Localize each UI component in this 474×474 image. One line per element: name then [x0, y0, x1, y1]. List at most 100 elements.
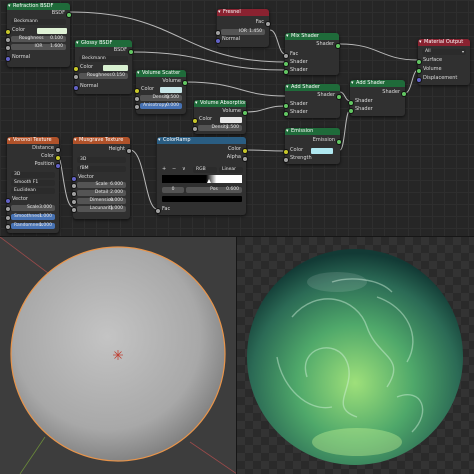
dimension-field[interactable]: Dimension 0.000: [77, 198, 126, 204]
node-editor[interactable]: Refraction BSDF BSDF Beckmann Color Roug…: [0, 0, 474, 237]
density-field[interactable]: Density 1.500: [198, 125, 242, 131]
interpolation-select[interactable]: Linear: [219, 166, 243, 173]
position-socket[interactable]: [55, 162, 61, 169]
node-title[interactable]: Fresnel: [217, 9, 269, 16]
ior-field[interactable]: IOR 1.450: [221, 29, 265, 35]
output-socket[interactable]: [265, 20, 271, 27]
glossy-bsdf-node[interactable]: Glossy BSDF BSDF Beckmann Color Roughnes…: [73, 40, 134, 94]
node-title[interactable]: ColorRamp: [157, 137, 246, 144]
roughness-field[interactable]: Roughness 0.150: [79, 73, 128, 79]
mix-shader-node[interactable]: Mix Shader Shader Fac Shader Shader: [283, 33, 341, 75]
smoothness-socket[interactable]: [5, 215, 11, 221]
displacement-socket[interactable]: [416, 76, 422, 83]
color-socket[interactable]: [283, 148, 289, 155]
color-swatch[interactable]: [160, 86, 182, 93]
output-socket[interactable]: [66, 11, 72, 18]
roughness-socket[interactable]: [5, 37, 11, 43]
detail-field[interactable]: Detail 2.000: [77, 190, 126, 196]
ior-socket[interactable]: [215, 30, 221, 36]
distance-socket[interactable]: [55, 146, 61, 153]
ramp-stop-handle[interactable]: [207, 179, 211, 183]
node-title[interactable]: Material Output: [418, 39, 470, 46]
node-title[interactable]: Refraction BSDF: [7, 3, 70, 10]
roughness-socket[interactable]: [73, 74, 79, 80]
voronoi-texture-node[interactable]: Voronoi Texture Distance Color Position …: [5, 137, 61, 233]
lacunarity-socket[interactable]: [71, 207, 77, 213]
volume-scatter-node[interactable]: Volume Scatter Volume Color Density 0.50…: [134, 70, 188, 114]
normal-socket[interactable]: [215, 37, 221, 44]
distribution-select[interactable]: Beckmann: [11, 19, 66, 25]
node-title[interactable]: Emission: [285, 128, 340, 135]
dimension-socket[interactable]: [71, 199, 77, 205]
node-title[interactable]: Add Shader: [350, 80, 405, 87]
node-title[interactable]: Volume Scatter: [136, 70, 186, 77]
color-ramp-gradient[interactable]: [162, 175, 242, 183]
color-socket[interactable]: [192, 117, 198, 124]
color-socket[interactable]: [134, 87, 140, 94]
density-field[interactable]: Density 0.500: [140, 95, 182, 101]
output-socket[interactable]: [336, 138, 342, 145]
remove-stop-button[interactable]: −: [172, 166, 176, 173]
surface-socket[interactable]: [416, 58, 422, 65]
fac-socket[interactable]: [155, 207, 161, 214]
volume-socket[interactable]: [416, 67, 422, 74]
shader-input-2-socket[interactable]: [348, 107, 354, 114]
fresnel-node[interactable]: Fresnel Fac IOR 1.450 Normal: [215, 9, 271, 47]
node-title[interactable]: Musgrave Texture: [73, 137, 130, 144]
node-title[interactable]: Voronoi Texture: [7, 137, 59, 144]
ior-field[interactable]: IOR 1.600: [11, 44, 66, 50]
shader-input-1-socket[interactable]: [283, 60, 289, 67]
fac-socket[interactable]: [283, 52, 289, 59]
scale-socket[interactable]: [71, 183, 77, 189]
randomness-field[interactable]: Randomness 1.000: [11, 223, 55, 229]
scale-socket[interactable]: [5, 206, 11, 212]
smoothness-field[interactable]: Smoothness 1.000: [11, 214, 55, 220]
scale-field[interactable]: Scale 6.000: [77, 182, 126, 188]
output-socket[interactable]: [242, 109, 248, 116]
dimensions-select[interactable]: 3D: [77, 157, 126, 163]
output-socket[interactable]: [401, 90, 407, 97]
detail-socket[interactable]: [71, 191, 77, 197]
anisotropy-field[interactable]: Anisotropy 0.000: [140, 103, 182, 109]
color-swatch[interactable]: [220, 116, 242, 123]
shader-input-2-socket[interactable]: [283, 110, 289, 117]
refraction-bsdf-node[interactable]: Refraction BSDF BSDF Beckmann Color Roug…: [5, 3, 72, 67]
add-stop-button[interactable]: +: [162, 166, 166, 173]
distribution-select[interactable]: Beckmann: [79, 56, 128, 62]
ramp-menu-button[interactable]: ∨: [182, 166, 186, 173]
lacunarity-field[interactable]: Lacunarity 1.000: [77, 206, 126, 212]
node-title[interactable]: Glossy BSDF: [75, 40, 132, 47]
normal-socket[interactable]: [73, 84, 79, 91]
roughness-field[interactable]: Roughness 0.100: [11, 36, 66, 42]
shader-input-1-socket[interactable]: [283, 102, 289, 109]
viewport-solid[interactable]: [0, 237, 237, 474]
randomness-socket[interactable]: [5, 224, 11, 230]
shader-input-2-socket[interactable]: [283, 68, 289, 75]
color-swatch[interactable]: [37, 27, 67, 34]
output-socket[interactable]: [335, 42, 341, 49]
feature-select[interactable]: Smooth F1: [11, 180, 55, 186]
output-socket[interactable]: [182, 79, 188, 86]
height-socket[interactable]: [126, 147, 132, 154]
color-mode-select[interactable]: RGB: [193, 166, 217, 173]
stop-position-field[interactable]: Pos 0.600: [186, 187, 242, 193]
color-output-socket[interactable]: [55, 154, 61, 161]
add-shader-node-2[interactable]: Add Shader Shader Shader Shader: [348, 80, 407, 116]
volume-absorption-node[interactable]: Volume Absorption Volume Color Density 1…: [192, 100, 248, 134]
node-title[interactable]: Add Shader: [285, 84, 340, 91]
alpha-output-socket[interactable]: [242, 155, 248, 162]
scale-field[interactable]: Scale 3.000: [11, 205, 55, 211]
strength-socket[interactable]: [283, 156, 289, 163]
target-select[interactable]: All: [422, 49, 466, 55]
shader-input-1-socket[interactable]: [348, 99, 354, 106]
colorramp-node[interactable]: ColorRamp Color Alpha + − ∨ RGB Linear 0…: [155, 137, 248, 215]
density-socket[interactable]: [192, 126, 198, 132]
dimensions-select[interactable]: 3D: [11, 172, 55, 178]
node-title[interactable]: Volume Absorption: [194, 100, 246, 107]
color-socket[interactable]: [73, 65, 79, 72]
ior-socket[interactable]: [5, 45, 11, 51]
output-socket[interactable]: [128, 48, 134, 55]
color-swatch[interactable]: [103, 64, 128, 71]
color-swatch[interactable]: [311, 147, 333, 154]
musgrave-texture-node[interactable]: Musgrave Texture Height 3D fBM Vector Sc…: [71, 137, 132, 219]
